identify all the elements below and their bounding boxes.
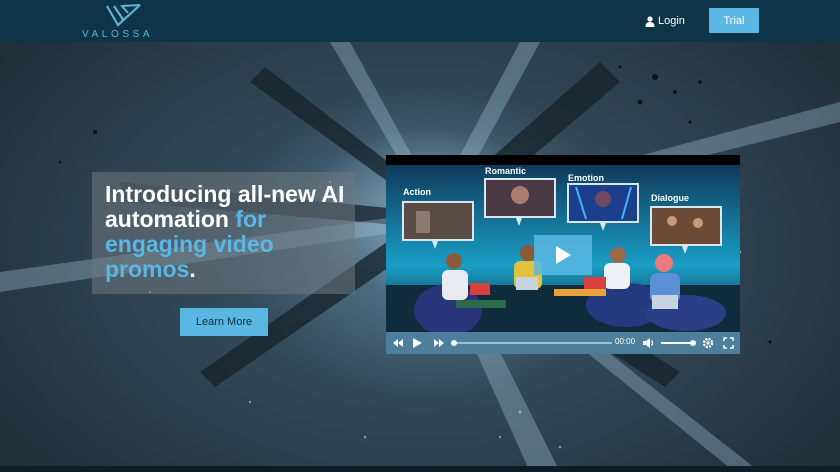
volume-icon[interactable]: [642, 337, 655, 349]
label-dialogue: Dialogue: [651, 193, 690, 203]
big-play-button[interactable]: [534, 235, 592, 275]
headline-period: .: [189, 256, 196, 282]
rewind-icon[interactable]: [392, 337, 404, 349]
time-display: 00:00: [615, 337, 636, 346]
valossa-logo-icon: [106, 4, 141, 27]
label-action: Action: [403, 187, 431, 197]
site-header: VALOSSA Login Trial: [0, 0, 840, 42]
bottom-bar: [0, 466, 840, 472]
progress-handle[interactable]: [451, 340, 457, 346]
volume-handle[interactable]: [690, 340, 696, 346]
label-emotion: Emotion: [568, 173, 604, 183]
volume-track[interactable]: [661, 342, 693, 344]
headline-white-text: Introducing all-new AI automation: [105, 181, 345, 232]
hero-headline: Introducing all-new AI automation for en…: [105, 182, 345, 282]
fullscreen-icon[interactable]: [723, 337, 734, 349]
video-top-bar: [386, 155, 740, 165]
progress-track[interactable]: [454, 342, 612, 344]
logo-wordmark: VALOSSA: [82, 29, 154, 40]
play-icon[interactable]: [412, 337, 423, 349]
login-label: Login: [658, 15, 685, 27]
play-icon: [556, 246, 571, 264]
user-icon: [645, 15, 655, 27]
learn-more-button[interactable]: Learn More: [180, 308, 268, 336]
valossa-logo[interactable]: VALOSSA: [80, 2, 176, 40]
gear-icon[interactable]: [702, 337, 714, 349]
login-link[interactable]: Login: [645, 13, 685, 29]
trial-button[interactable]: Trial: [709, 8, 759, 33]
video-controls: 00:00: [386, 332, 740, 354]
promo-video-player[interactable]: Action Romantic Emotion Dialogue 00:00: [386, 155, 740, 354]
label-romantic: Romantic: [485, 166, 527, 176]
fast-forward-icon[interactable]: [433, 337, 445, 349]
